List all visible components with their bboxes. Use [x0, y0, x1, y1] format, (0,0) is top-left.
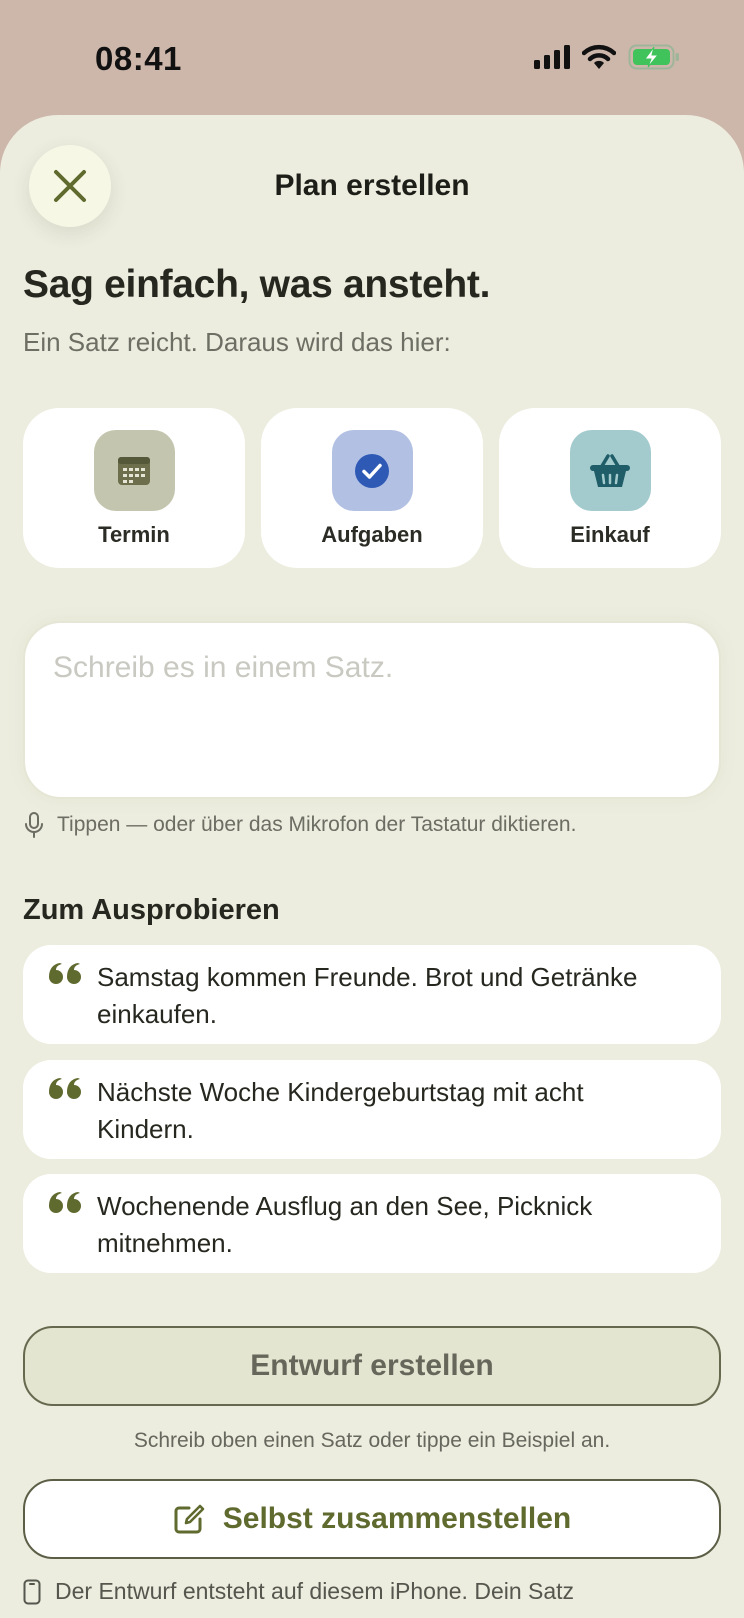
- example-line: Nächste Woche Kindergeburtstag mit acht: [97, 1077, 584, 1107]
- example-item[interactable]: Wochenende Ausflug an den See, Picknick …: [23, 1174, 721, 1273]
- privacy-note: Der Entwurf entsteht auf diesem iPhone. …: [23, 1578, 574, 1605]
- compose-icon: [174, 1504, 205, 1534]
- example-item[interactable]: Samstag kommen Freunde. Brot und Getränk…: [23, 945, 721, 1044]
- status-icons: [534, 44, 680, 70]
- compose-manually-label: Selbst zusammenstellen: [222, 1502, 572, 1535]
- dictation-hint: Tippen — oder über das Mikrofon der Tast…: [23, 812, 576, 838]
- subline: Ein Satz reicht. Daraus wird das hier:: [23, 327, 451, 357]
- create-draft-button[interactable]: Entwurf erstellen: [23, 1326, 721, 1406]
- page-title: Plan erstellen: [274, 169, 470, 202]
- headline: Sag einfach, was ansteht.: [23, 263, 491, 306]
- chip-label: Termin: [98, 522, 170, 547]
- status-time: 08:41: [95, 40, 182, 77]
- calendar-icon: [118, 456, 150, 485]
- chip-icon-tile: [93, 430, 175, 511]
- modal-sheet: Plan erstellen Sag einfach, was ansteht.…: [0, 115, 744, 1618]
- chip-aufgaben: Aufgaben: [261, 408, 483, 568]
- cellular-signal-icon: [534, 45, 570, 69]
- status-bar: 08:41: [0, 0, 744, 115]
- basket-icon: [590, 453, 630, 487]
- wifi-icon: [582, 44, 616, 69]
- quote-icon: [49, 1192, 81, 1213]
- input-placeholder: Schreib es in einem Satz.: [53, 651, 394, 684]
- sentence-input[interactable]: Schreib es in einem Satz.: [23, 621, 721, 799]
- microphone-icon: [25, 812, 43, 838]
- checkmark-circle-icon: [355, 453, 389, 488]
- example-line: mitnehmen.: [97, 1228, 233, 1258]
- battery-charging-icon: [628, 44, 679, 70]
- example-item[interactable]: Nächste Woche Kindergeburtstag mit acht …: [23, 1060, 721, 1159]
- quote-icon: [49, 963, 81, 984]
- example-text: Nächste Woche Kindergeburtstag mit acht …: [97, 1074, 584, 1148]
- example-line: Kindern.: [97, 1114, 194, 1144]
- chip-termin: Termin: [23, 408, 245, 568]
- example-text: Wochenende Ausflug an den See, Picknick …: [97, 1188, 592, 1262]
- plan-type-chips: Termin Aufgaben Einkauf: [23, 408, 721, 568]
- example-line: Wochenende Ausflug an den See, Picknick: [97, 1191, 593, 1221]
- chip-einkauf: Einkauf: [499, 408, 721, 568]
- privacy-note-text: Der Entwurf entsteht auf diesem iPhone. …: [55, 1578, 575, 1604]
- iphone-icon: [23, 1579, 41, 1604]
- chip-label: Einkauf: [570, 522, 650, 547]
- example-text: Samstag kommen Freunde. Brot und Getränk…: [97, 959, 638, 1033]
- example-line: einkaufen.: [97, 999, 217, 1029]
- example-line: Samstag kommen Freunde. Brot und Getränk…: [97, 962, 638, 992]
- chip-icon-tile: [569, 430, 651, 511]
- quote-icon: [49, 1078, 81, 1099]
- chip-icon-tile: [331, 430, 413, 511]
- examples-title: Zum Ausprobieren: [23, 894, 280, 926]
- chip-label: Aufgaben: [321, 522, 423, 547]
- compose-manually-button[interactable]: Selbst zusammenstellen: [23, 1479, 721, 1559]
- create-draft-hint: Schreib oben einen Satz oder tippe ein B…: [133, 1429, 611, 1452]
- create-draft-label: Entwurf erstellen: [250, 1349, 494, 1382]
- dictation-hint-text: Tippen — oder über das Mikrofon der Tast…: [57, 813, 577, 836]
